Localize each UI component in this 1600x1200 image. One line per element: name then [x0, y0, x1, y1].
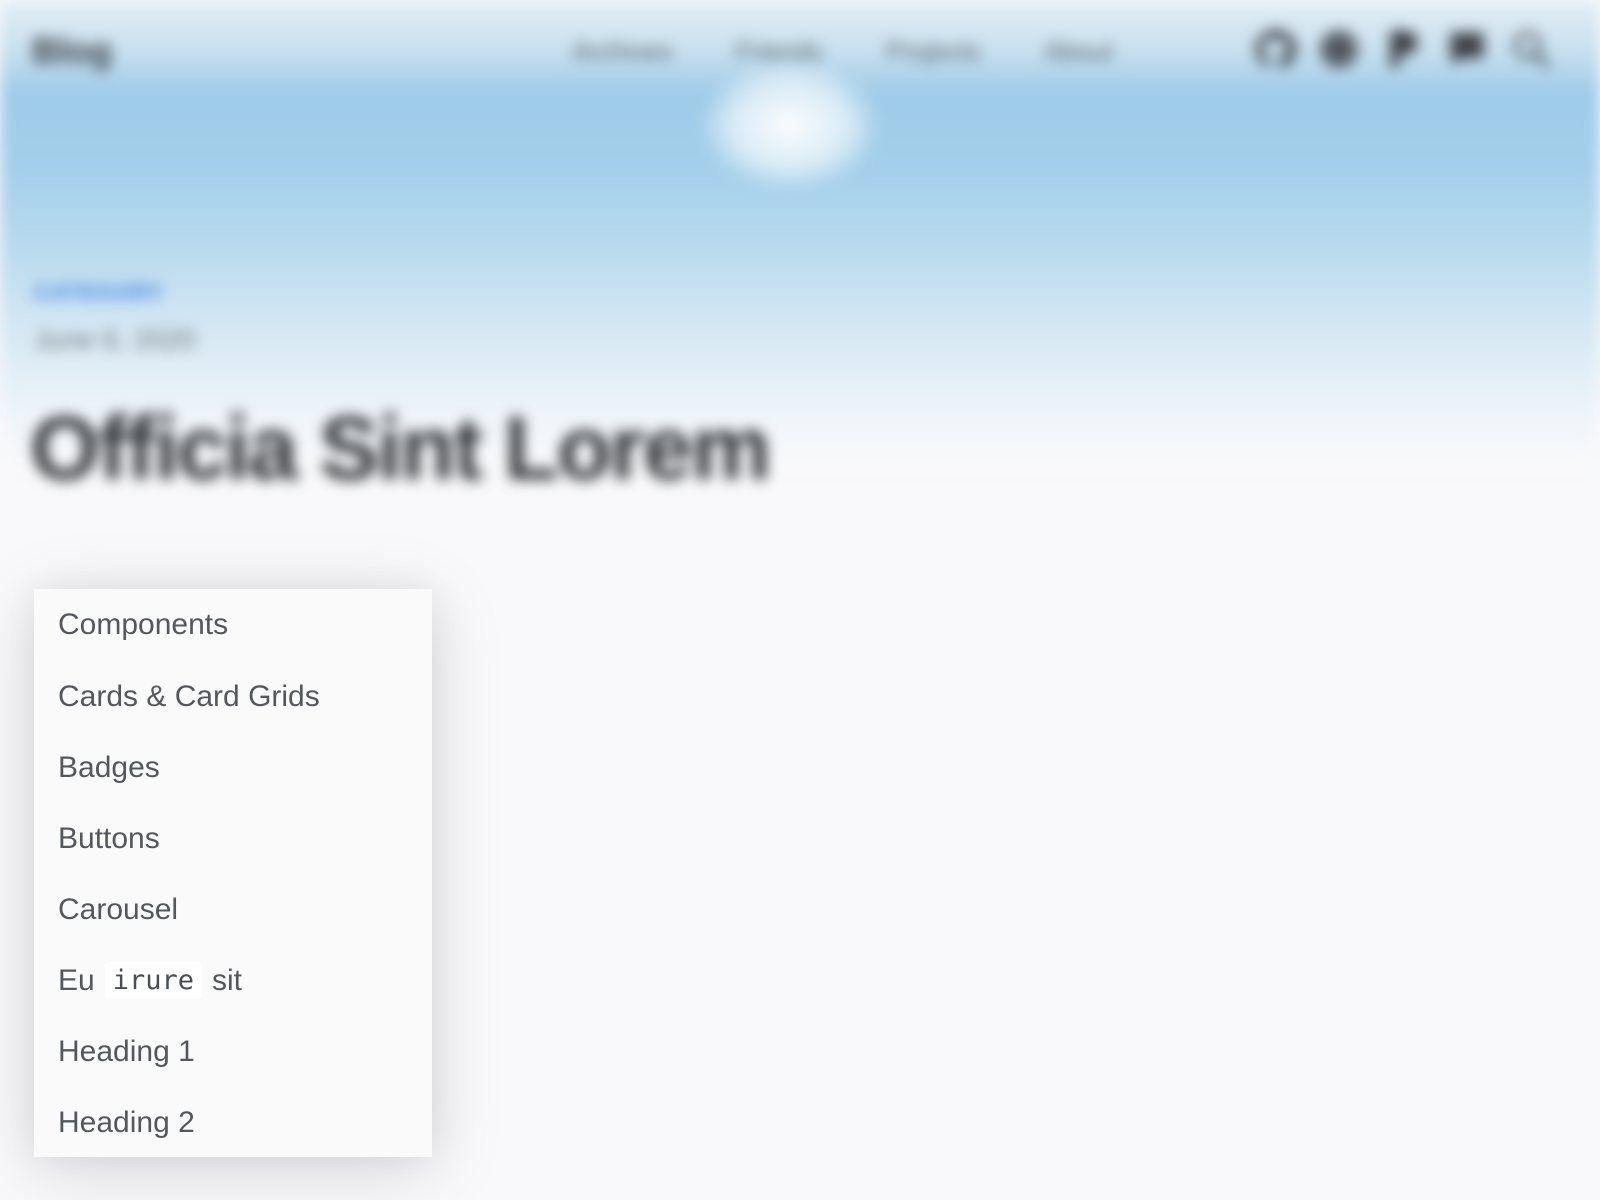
toc-item-heading-2[interactable]: Heading 2 — [34, 1087, 432, 1158]
post-category[interactable]: CATEGORY — [34, 280, 164, 306]
github-icon[interactable] — [1252, 26, 1298, 72]
pixiv-icon[interactable] — [1380, 26, 1426, 72]
toc-item-text-prefix: Eu — [58, 963, 95, 997]
toc-item-buttons[interactable]: Buttons — [34, 803, 432, 874]
table-of-contents-popover: Components Cards & Card Grids Badges But… — [34, 589, 432, 1157]
inline-code: irure — [104, 962, 202, 999]
chat-icon[interactable] — [1444, 26, 1490, 72]
toc-item-eu-irure-sit[interactable]: Eu irure sit — [34, 945, 432, 1016]
search-icon[interactable] — [1508, 26, 1554, 72]
nav-icons — [1252, 26, 1554, 72]
toc-item-text-suffix: sit — [211, 963, 242, 997]
nav-link-about[interactable]: About — [1044, 36, 1112, 67]
toc-item-heading-1[interactable]: Heading 1 — [34, 1016, 432, 1087]
toc-list: Components Cards & Card Grids Badges But… — [34, 589, 432, 1158]
post-title: Officia Sint Lorem — [30, 399, 771, 499]
top-navigation: Blog Archives Friends Projects About — [0, 26, 1600, 76]
globe-icon[interactable] — [1316, 26, 1362, 72]
page: Blog Archives Friends Projects About CAT… — [0, 0, 1600, 1200]
toc-item-cards-card-grids[interactable]: Cards & Card Grids — [34, 661, 432, 732]
hero-sun-glow — [700, 60, 880, 190]
nav-links: Archives Friends Projects About — [572, 36, 1112, 67]
toc-item-badges[interactable]: Badges — [34, 732, 432, 803]
toc-item-carousel[interactable]: Carousel — [34, 874, 432, 945]
site-brand[interactable]: Blog — [32, 30, 112, 72]
toc-item-components[interactable]: Components — [34, 589, 432, 661]
nav-link-archives[interactable]: Archives — [572, 36, 672, 67]
post-date: June 6, 2020 — [34, 324, 196, 355]
nav-link-friends[interactable]: Friends — [736, 36, 823, 67]
nav-link-projects[interactable]: Projects — [886, 36, 980, 67]
